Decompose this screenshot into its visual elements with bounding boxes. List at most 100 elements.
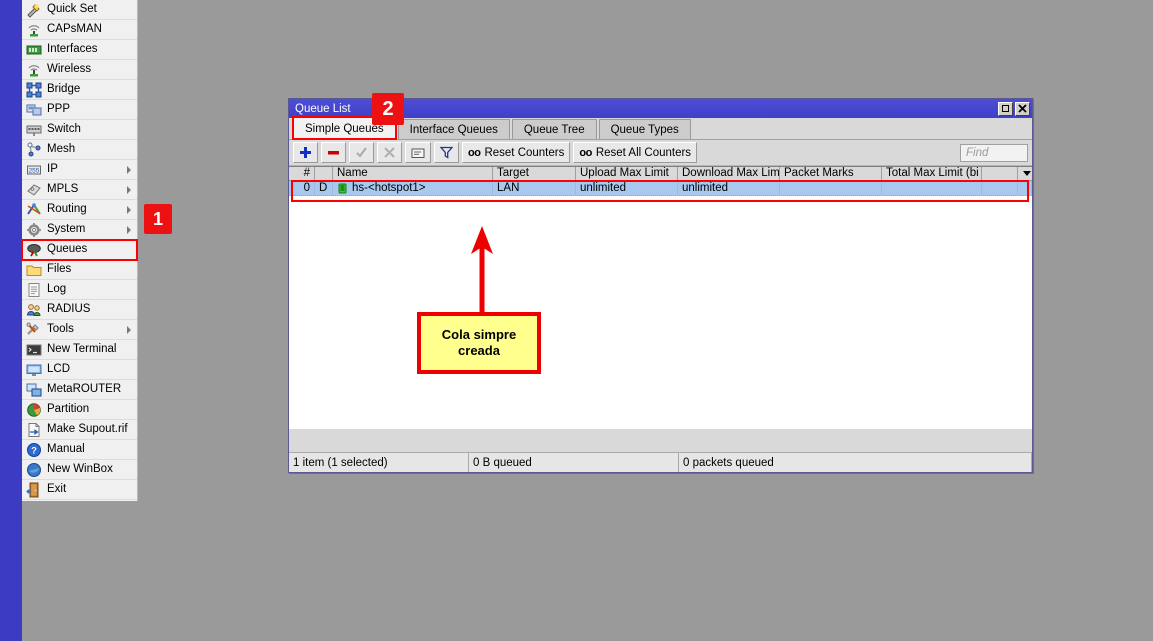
winbox-icon: [26, 462, 42, 478]
submenu-arrow-icon: [127, 226, 131, 234]
sidebar-item-lcd[interactable]: LCD: [22, 360, 137, 380]
sidebar-item-exit[interactable]: Exit: [22, 480, 137, 500]
sidebar-item-wireless[interactable]: Wireless: [22, 60, 137, 80]
restore-button[interactable]: [998, 102, 1013, 116]
mpls-icon: [26, 182, 42, 198]
sidebar-item-new-winbox[interactable]: New WinBox: [22, 460, 137, 480]
find-placeholder-text: Find: [966, 147, 988, 159]
winbox-sidebar-menu[interactable]: Quick SetCAPsMAN Interfaces WirelessBridge…: [22, 0, 138, 501]
column-header-totalmax[interactable]: Total Max Limit (bi: [882, 167, 982, 180]
sidebar-item-system[interactable]: System: [22, 220, 137, 240]
sidebar-item-log[interactable]: Log: [22, 280, 137, 300]
mpls-icon: [26, 182, 42, 198]
table-header-row[interactable]: # NameTargetUpload Max LimitDownload Max …: [289, 167, 1032, 181]
table-row[interactable]: 0Dhs-<hotspot1>LANunlimitedunlimited: [289, 181, 1032, 196]
winbox-icon: [26, 462, 42, 478]
sidebar-item-interfaces[interactable]: Interfaces: [22, 40, 137, 60]
column-chooser-button[interactable]: [1018, 167, 1032, 180]
submenu-arrow-icon: [127, 206, 131, 214]
sidebar-item-metarouter[interactable]: MetaROUTER: [22, 380, 137, 400]
sidebar-item-partition[interactable]: Partition: [22, 400, 137, 420]
close-icon: [1018, 104, 1027, 113]
reset-counters-label: Reset Counters: [484, 147, 564, 159]
sidebar-item-label: Manual: [47, 444, 85, 456]
sidebar-item-ip[interactable]: 255IP: [22, 160, 137, 180]
sidebar-item-switch[interactable]: Switch: [22, 120, 137, 140]
sidebar-item-label: Tools: [47, 324, 74, 336]
bridge-icon: [26, 82, 42, 98]
sidebar-item-queues[interactable]: Queues: [22, 240, 137, 260]
column-header-num[interactable]: #: [289, 167, 315, 180]
queue-list-window[interactable]: Queue List Simple QueuesInterface Queues…: [288, 98, 1033, 473]
tab-queue-types[interactable]: Queue Types: [599, 119, 691, 139]
reset-counters-button[interactable]: oo Reset Counters: [462, 142, 570, 163]
column-header-flags[interactable]: [315, 167, 333, 180]
column-header-download[interactable]: Download Max Limit: [678, 167, 780, 180]
queue-table[interactable]: # NameTargetUpload Max LimitDownload Max …: [289, 166, 1032, 429]
supout-icon: [26, 422, 42, 438]
mesh-icon: [26, 142, 42, 158]
tab-queue-tree[interactable]: Queue Tree: [512, 119, 597, 139]
enable-queue-button[interactable]: [349, 142, 374, 163]
column-header-upload[interactable]: Upload Max Limit: [576, 167, 678, 180]
queue-toolbar[interactable]: oo Reset Counters oo Reset All Counters …: [289, 140, 1032, 166]
window-controls[interactable]: [998, 102, 1030, 116]
sidebar-item-label: MPLS: [47, 184, 78, 196]
status-gap: [289, 429, 1032, 433]
window-statusbar: 1 item (1 selected)0 B queued0 packets q…: [289, 452, 1032, 472]
sidebar-item-mesh[interactable]: Mesh: [22, 140, 137, 160]
sidebar-item-make-supout-rif[interactable]: Make Supout.rif: [22, 420, 137, 440]
sidebar-item-bridge[interactable]: Bridge: [22, 80, 137, 100]
partition-icon: [26, 402, 42, 418]
ppp-icon: [26, 102, 42, 118]
radius-icon: [26, 302, 42, 318]
sidebar-item-ppp[interactable]: PPP: [22, 100, 137, 120]
sidebar-item-label: Make Supout.rif: [47, 424, 128, 436]
metarouter-icon: [26, 382, 42, 398]
queue-entry-icon: [337, 183, 348, 194]
reset-all-counters-prefix: oo: [579, 147, 591, 159]
find-input[interactable]: Find: [960, 144, 1028, 162]
interfaces-icon: [26, 42, 42, 58]
table-body[interactable]: 0Dhs-<hotspot1>LANunlimitedunlimited: [289, 181, 1032, 196]
system-gear-icon: [26, 222, 42, 238]
close-button[interactable]: [1015, 102, 1030, 116]
supout-icon: [26, 422, 42, 438]
tools-icon: [26, 322, 42, 338]
metarouter-icon: [26, 382, 42, 398]
minus-icon: [327, 146, 340, 159]
column-header-target[interactable]: Target: [493, 167, 576, 180]
column-header-marks[interactable]: Packet Marks: [780, 167, 882, 180]
sidebar-item-radius[interactable]: RADIUS: [22, 300, 137, 320]
column-header-extra[interactable]: [982, 167, 1018, 180]
callout-line-1: Cola simpre: [442, 327, 516, 343]
add-queue-button[interactable]: [293, 142, 318, 163]
sidebar-item-tools[interactable]: Tools: [22, 320, 137, 340]
reset-all-counters-label: Reset All Counters: [596, 147, 691, 159]
tab-interface-queues[interactable]: Interface Queues: [398, 119, 510, 139]
disable-queue-button[interactable]: [377, 142, 402, 163]
queue-name-text: hs-<hotspot1>: [352, 181, 426, 195]
annotation-badge-1: 1: [144, 204, 172, 234]
cell-extra: [982, 181, 1018, 196]
sidebar-item-files[interactable]: Files: [22, 260, 137, 280]
sidebar-item-new-terminal[interactable]: New Terminal: [22, 340, 137, 360]
sidebar-item-capsman[interactable]: CAPsMAN: [22, 20, 137, 40]
filter-button[interactable]: [434, 142, 459, 163]
sidebar-item-mpls[interactable]: MPLS: [22, 180, 137, 200]
sidebar-item-label: Interfaces: [47, 44, 98, 56]
cell-marks: [780, 181, 882, 196]
sidebar-item-label: MetaROUTER: [47, 384, 121, 396]
cell-flags: D: [315, 181, 333, 196]
sidebar-item-label: RADIUS: [47, 304, 90, 316]
reset-all-counters-button[interactable]: oo Reset All Counters: [573, 142, 697, 163]
terminal-icon: [26, 342, 42, 358]
column-header-name[interactable]: Name: [333, 167, 493, 180]
ip-icon: 255: [26, 162, 42, 178]
terminal-icon: [26, 342, 42, 358]
comment-button[interactable]: [405, 142, 431, 163]
remove-queue-button[interactable]: [321, 142, 346, 163]
sidebar-item-quick-set[interactable]: Quick Set: [22, 0, 137, 20]
sidebar-item-manual[interactable]: ?Manual: [22, 440, 137, 460]
sidebar-item-routing[interactable]: Routing: [22, 200, 137, 220]
